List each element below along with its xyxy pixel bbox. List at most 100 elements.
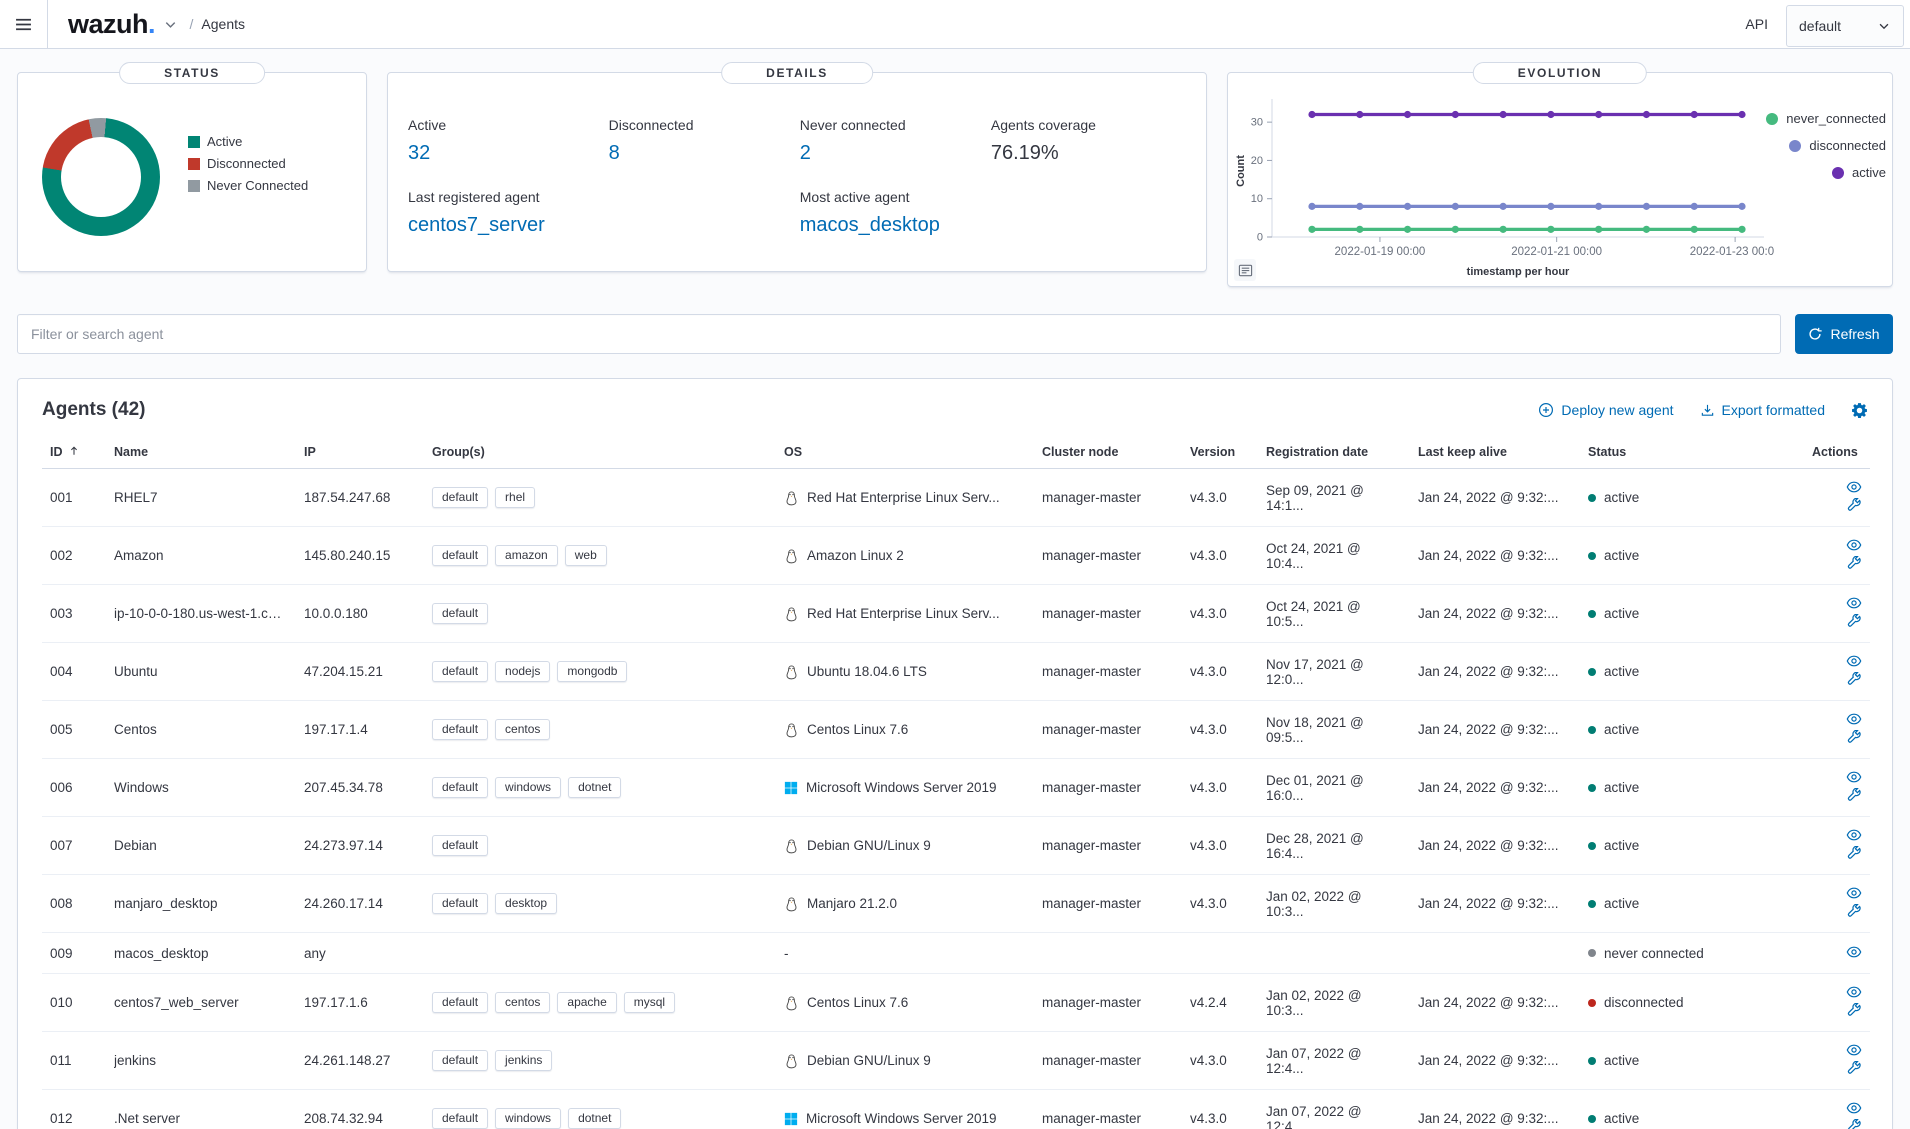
table-row[interactable]: 012 .Net server 208.74.32.94 default windows… (42, 1089, 1870, 1129)
group-chip[interactable]: default (432, 661, 489, 682)
view-agent-eye-icon[interactable] (1846, 885, 1862, 901)
most-active-agent-link[interactable]: macos_desktop (800, 214, 991, 237)
column-header-registration[interactable]: Registration date (1258, 437, 1410, 469)
view-agent-eye-icon[interactable] (1846, 711, 1862, 727)
group-chip[interactable]: apache (557, 992, 617, 1013)
group-chip[interactable]: dotnet (568, 777, 622, 798)
view-agent-eye-icon[interactable] (1846, 1042, 1862, 1058)
status-label: active (1604, 896, 1640, 911)
group-chip[interactable]: centos (495, 719, 551, 740)
table-row[interactable]: 009 macos_desktop any - never connected (42, 932, 1870, 974)
group-chip[interactable]: centos (495, 992, 551, 1013)
agent-search-input[interactable] (17, 314, 1781, 354)
table-row[interactable]: 010 centos7_web_server 197.17.1.6 default ce… (42, 973, 1870, 1032)
group-chip[interactable]: windows (495, 777, 562, 798)
table-row[interactable]: 006 Windows 207.45.34.78 default windows dotn… (42, 758, 1870, 817)
view-agent-eye-icon[interactable] (1846, 479, 1862, 495)
group-chip[interactable]: default (432, 1108, 489, 1129)
column-header-version[interactable]: Version (1182, 437, 1258, 469)
export-formatted-button[interactable]: Export formatted (1700, 402, 1825, 418)
deploy-new-agent-button[interactable]: Deploy new agent (1538, 402, 1674, 418)
configure-agent-wrench-icon[interactable] (1847, 904, 1862, 919)
configure-agent-wrench-icon[interactable] (1847, 1119, 1862, 1129)
view-agent-eye-icon[interactable] (1846, 984, 1862, 1000)
column-header-ip[interactable]: IP (296, 437, 424, 469)
cell-cluster-node: manager-master (1034, 642, 1182, 701)
group-chip[interactable]: desktop (495, 893, 558, 914)
cell-id: 003 (42, 584, 106, 643)
configure-agent-wrench-icon[interactable] (1847, 1061, 1862, 1076)
evolution-legend-item[interactable]: active (1832, 165, 1886, 180)
view-agent-eye-icon[interactable] (1846, 537, 1862, 553)
table-row[interactable]: 005 Centos 197.17.1.4 default centos Centos L… (42, 700, 1870, 759)
group-chip[interactable]: default (432, 835, 489, 856)
group-chip[interactable]: windows (495, 1108, 562, 1129)
group-chip[interactable]: default (432, 545, 489, 566)
group-chip[interactable]: web (564, 545, 607, 566)
evolution-legend-item[interactable]: never_connected (1766, 111, 1886, 126)
menu-hamburger-icon[interactable] (0, 0, 48, 49)
group-chip[interactable]: mongodb (557, 661, 628, 682)
column-header-name[interactable]: Name (106, 437, 296, 469)
api-selected-value: default (1799, 17, 1842, 34)
group-chip[interactable]: default (432, 777, 489, 798)
cell-id: 011 (42, 1031, 106, 1090)
group-chip[interactable]: rhel (495, 487, 536, 508)
table-row[interactable]: 011 jenkins 24.261.148.27 default jenkins Deb… (42, 1031, 1870, 1090)
table-row[interactable]: 001 RHEL7 187.54.247.68 default rhel Red Hat … (42, 468, 1870, 527)
view-agent-eye-icon[interactable] (1846, 827, 1862, 843)
cell-groups: default (424, 816, 776, 875)
table-settings-gear-icon[interactable] (1851, 402, 1868, 419)
configure-agent-wrench-icon[interactable] (1847, 556, 1862, 571)
group-chip[interactable]: amazon (495, 545, 558, 566)
view-agent-eye-icon[interactable] (1846, 595, 1862, 611)
chevron-down-icon[interactable] (163, 17, 178, 32)
column-header-keepalive[interactable]: Last keep alive (1410, 437, 1580, 469)
last-registered-agent-link[interactable]: centos7_server (408, 214, 609, 237)
group-chip[interactable]: default (432, 719, 489, 740)
column-header-groups[interactable]: Group(s) (424, 437, 776, 469)
evolution-legend-item[interactable]: disconnected (1789, 138, 1886, 153)
view-agent-eye-icon[interactable] (1846, 944, 1862, 960)
table-row[interactable]: 008 manjaro_desktop 24.260.17.14 default des… (42, 874, 1870, 933)
table-row[interactable]: 002 Amazon 145.80.240.15 default amazon web Am… (42, 526, 1870, 585)
cell-os: Ubuntu 18.04.6 LTS (776, 642, 1034, 701)
cell-version: v4.3.0 (1182, 642, 1258, 701)
configure-agent-wrench-icon[interactable] (1847, 1003, 1862, 1018)
group-chip[interactable]: default (432, 487, 489, 508)
api-select[interactable]: default (1786, 4, 1904, 47)
group-chip[interactable]: dotnet (568, 1108, 622, 1129)
column-header-cluster[interactable]: Cluster node (1034, 437, 1182, 469)
configure-agent-wrench-icon[interactable] (1847, 788, 1862, 803)
svg-text:timestamp per hour: timestamp per hour (1467, 266, 1570, 278)
configure-agent-wrench-icon[interactable] (1847, 498, 1862, 513)
view-agent-eye-icon[interactable] (1846, 653, 1862, 669)
group-chip[interactable]: default (432, 893, 489, 914)
column-header-id[interactable]: ID (42, 437, 106, 469)
column-header-status[interactable]: Status (1580, 437, 1804, 469)
view-agent-eye-icon[interactable] (1846, 1100, 1862, 1116)
group-chip[interactable]: default (432, 992, 489, 1013)
table-row[interactable]: 003ip-10-0-0-180.us-west-1.comput...10.0… (42, 584, 1870, 643)
view-agent-eye-icon[interactable] (1846, 769, 1862, 785)
configure-agent-wrench-icon[interactable] (1847, 730, 1862, 745)
group-chip[interactable]: nodejs (495, 661, 551, 682)
group-chip[interactable]: mysql (623, 992, 676, 1013)
group-chip[interactable]: jenkins (495, 1050, 553, 1071)
breadcrumb[interactable]: Agents (201, 16, 245, 32)
table-row[interactable]: 004 Ubuntu 47.204.15.21 default nodejs mongod… (42, 642, 1870, 701)
column-header-os[interactable]: OS (776, 437, 1034, 469)
legend-item-disconnected: Disconnected (188, 153, 308, 175)
configure-agent-wrench-icon[interactable] (1847, 614, 1862, 629)
inspect-chart-button[interactable] (1234, 259, 1256, 281)
cell-status: active (1580, 1031, 1804, 1090)
cell-groups: default amazon web (424, 526, 776, 585)
group-chip[interactable]: default (432, 603, 489, 624)
configure-agent-wrench-icon[interactable] (1847, 846, 1862, 861)
stat-label: Most active agent (799, 189, 910, 205)
group-chip[interactable]: default (432, 1050, 489, 1071)
table-row[interactable]: 007 Debian 24.273.97.14 default Debian GNU/L… (42, 816, 1870, 875)
refresh-button[interactable]: Refresh (1795, 314, 1893, 354)
configure-agent-wrench-icon[interactable] (1847, 672, 1862, 687)
wazuh-logo[interactable]: wazuh. (68, 9, 178, 40)
